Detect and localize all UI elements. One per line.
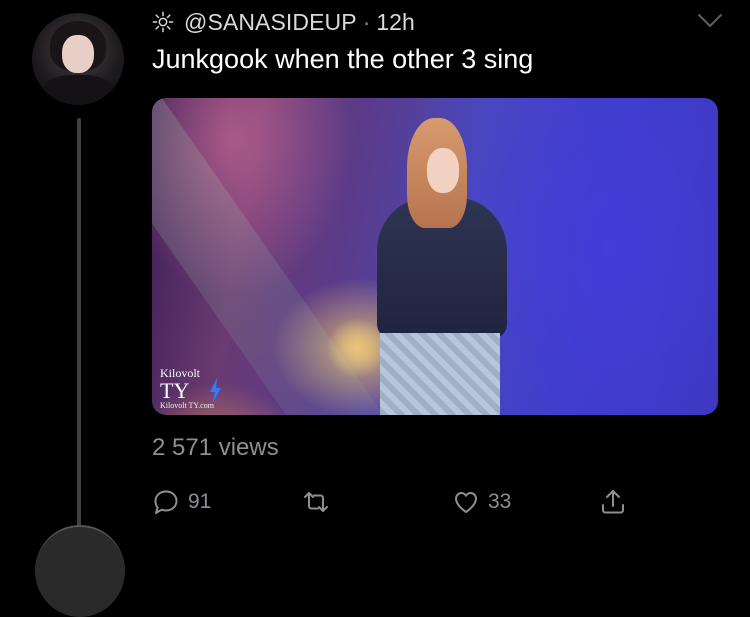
reply-count: 91	[188, 490, 212, 513]
watermark-logo: Kilovolt TY Kilovolt TY.com	[160, 366, 221, 410]
share-button[interactable]	[599, 488, 627, 516]
like-count: 33	[488, 490, 512, 513]
sun-icon	[152, 11, 174, 33]
watermark-url: Kilovolt TY.com	[160, 401, 214, 410]
share-icon	[602, 490, 624, 514]
action-bar: 91 33	[152, 488, 632, 522]
chevron-down-icon[interactable]	[697, 13, 723, 29]
bolt-icon	[210, 378, 221, 404]
reply-button[interactable]: 91	[152, 488, 211, 516]
avatar[interactable]	[32, 13, 124, 105]
view-count: 2 571 views	[152, 434, 279, 461]
separator-dot: ·	[362, 8, 371, 35]
like-button[interactable]: 33	[452, 488, 511, 516]
performer-figure	[372, 98, 522, 415]
user-handle[interactable]: @SANASIDEUP	[184, 9, 357, 36]
tweet-video[interactable]: Kilovolt TY Kilovolt TY.com	[152, 98, 718, 415]
retweet-icon	[304, 492, 328, 512]
heart-icon	[455, 492, 477, 513]
reply-icon	[154, 490, 178, 514]
watermark-ty: TY	[160, 378, 190, 403]
tweet-header: @SANASIDEUP · 12h	[152, 6, 415, 38]
retweet-button[interactable]	[302, 488, 338, 516]
thread-line	[77, 118, 81, 548]
tweet-text: Junkgook when the other 3 sing	[152, 44, 534, 74]
timestamp[interactable]: 12h	[376, 9, 414, 36]
